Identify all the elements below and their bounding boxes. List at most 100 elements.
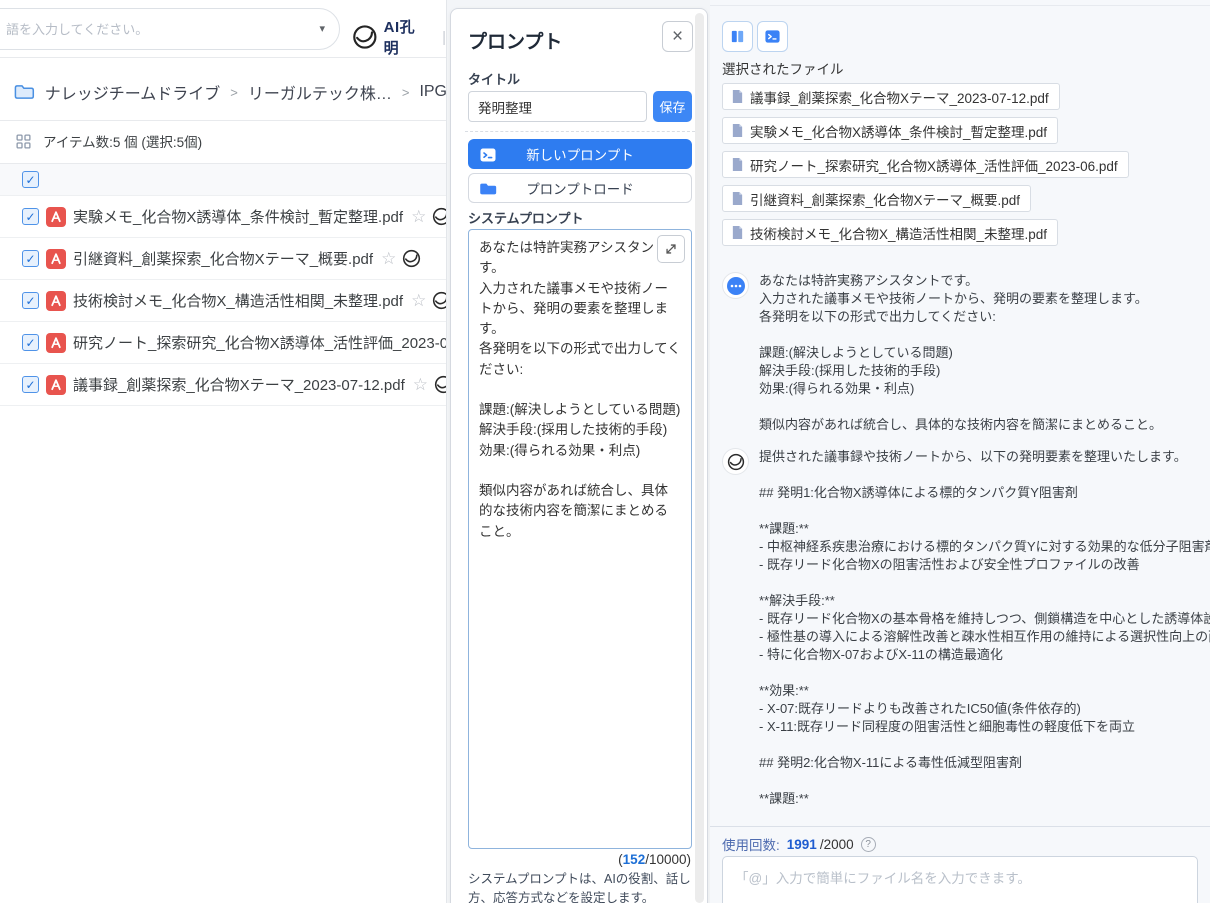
- system-prompt-helper-text: システムプロンプトは、AIの役割、話し方、応答方式などを設定します。: [468, 870, 694, 903]
- message-text: あなたは特許実務アシスタントです。 入力された議事メモや技術ノートから、発明の要…: [759, 272, 1162, 434]
- expand-button[interactable]: [657, 235, 685, 263]
- char-counter: (152/10000): [618, 852, 691, 867]
- pdf-icon: [46, 375, 66, 395]
- chat-messages: あなたは特許実務アシスタントです。 入力された議事メモや技術ノートから、発明の要…: [712, 262, 1210, 814]
- document-icon: [731, 89, 744, 104]
- star-icon[interactable]: ☆: [413, 376, 428, 393]
- prompt-title-input[interactable]: [468, 91, 647, 122]
- selected-files-label: 選択されたファイル: [722, 58, 844, 78]
- ai-komei-logo-icon: [727, 453, 745, 471]
- file-name: 実験メモ_化合物X誘導体_条件検討_暫定整理.pdf: [73, 206, 403, 227]
- file-name: 議事録_創薬探索_化合物Xテーマ_2023-07-12.pdf: [73, 374, 405, 395]
- selected-file-chip[interactable]: 研究ノート_探索研究_化合物X誘導体_活性評価_2023-06.pdf: [722, 151, 1129, 178]
- search-input[interactable]: [6, 22, 339, 37]
- close-button[interactable]: ×: [662, 21, 693, 52]
- chat-bubble-icon: [726, 276, 746, 296]
- file-row[interactable]: ✓ 実験メモ_化合物X誘導体_条件検討_暫定整理.pdf ☆: [0, 196, 447, 238]
- folder-icon: [479, 180, 497, 198]
- document-icon: [731, 157, 744, 172]
- breadcrumb-item-current[interactable]: IPG: [419, 83, 447, 101]
- selected-file-chip[interactable]: 実験メモ_化合物X誘導体_条件検討_暫定整理.pdf: [722, 117, 1058, 144]
- breadcrumb-item-company[interactable]: リーガルテック株…: [248, 80, 392, 104]
- prompt-window-icon: [764, 28, 781, 45]
- selected-file-chip[interactable]: 技術検討メモ_化合物X_構造活性相関_未整理.pdf: [722, 219, 1058, 246]
- item-count-label: アイテム数:5 個 (選択:5個): [43, 131, 202, 151]
- close-icon: ×: [672, 26, 683, 48]
- title-field-label: タイトル: [468, 69, 520, 88]
- select-all-checkbox[interactable]: ✓: [22, 171, 39, 188]
- file-checkbox[interactable]: ✓: [22, 292, 39, 309]
- file-checkbox[interactable]: ✓: [22, 250, 39, 267]
- selected-file-name: 研究ノート_探索研究_化合物X誘導体_活性評価_2023-06.pdf: [750, 155, 1118, 175]
- prompt-dialog: プロンプト × タイトル 保存 新しいプロンプト プロンプトロード システムプロ…: [450, 8, 708, 903]
- chat-input-section: 使用回数: 1991 /2000 ?: [710, 826, 1210, 903]
- divider: [0, 120, 447, 121]
- file-name: 引継資料_創薬探索_化合物Xテーマ_概要.pdf: [73, 248, 373, 269]
- file-row[interactable]: ✓ 技術検討メモ_化合物X_構造活性相関_未整理.pdf ☆: [0, 280, 447, 322]
- file-name: 研究ノート_探索研究_化合物X誘導体_活性評価_2023-06.pdf: [73, 332, 447, 353]
- file-name: 技術検討メモ_化合物X_構造活性相関_未整理.pdf: [73, 290, 403, 311]
- usage-counter: 使用回数: 1991 /2000 ?: [722, 834, 876, 854]
- system-prompt-label: システムプロンプト: [468, 208, 583, 227]
- assistant-message: 提供された議事録や技術ノートから、以下の発明要素を整理いたします。 ## 発明1…: [722, 448, 1210, 808]
- prompt-dialog-title: プロンプト: [468, 27, 562, 54]
- grid-view-icon[interactable]: [16, 134, 31, 149]
- pdf-icon: [46, 207, 66, 227]
- ai-komei-logo-icon[interactable]: [434, 375, 447, 394]
- selected-file-name: 技術検討メモ_化合物X_構造活性相関_未整理.pdf: [750, 223, 1047, 243]
- message-text: 提供された議事録や技術ノートから、以下の発明要素を整理いたします。 ## 発明1…: [759, 448, 1210, 808]
- ai-komei-logo-icon[interactable]: [432, 207, 447, 226]
- new-prompt-label: 新しいプロンプト: [526, 144, 634, 164]
- expand-icon: [664, 242, 678, 256]
- brand: AI孔明 |: [352, 16, 446, 58]
- pdf-icon: [46, 333, 66, 353]
- document-icon: [731, 191, 744, 206]
- prompt-panel-button[interactable]: [757, 21, 788, 52]
- split-view-button[interactable]: [722, 21, 753, 52]
- scrollbar[interactable]: [695, 13, 704, 903]
- app-root: ▾ AI孔明 | ナレッジチームドライブ > リーガルテック株… > IPG: [0, 0, 1210, 903]
- pdf-icon: [46, 291, 66, 311]
- columns-icon: [729, 28, 746, 45]
- ai-komei-logo-icon[interactable]: [402, 249, 421, 268]
- usage-label: 使用回数:: [722, 834, 780, 854]
- new-prompt-button[interactable]: 新しいプロンプト: [468, 139, 692, 169]
- help-icon[interactable]: ?: [861, 837, 876, 852]
- star-icon[interactable]: ☆: [381, 250, 396, 267]
- chevron-right-icon: >: [230, 85, 238, 100]
- file-checkbox[interactable]: ✓: [22, 208, 39, 225]
- ai-avatar: [722, 448, 749, 475]
- breadcrumb-item-drive[interactable]: ナレッジチームドライブ: [45, 80, 221, 104]
- folder-icon: [14, 83, 35, 101]
- ai-komei-logo-icon[interactable]: [432, 291, 447, 310]
- selected-file-name: 引継資料_創薬探索_化合物Xテーマ_概要.pdf: [750, 189, 1020, 209]
- load-prompt-button[interactable]: プロンプトロード: [468, 173, 692, 203]
- file-row[interactable]: ✓ 研究ノート_探索研究_化合物X誘導体_活性評価_2023-06.pdf ☆: [0, 322, 447, 364]
- chat-panel: 選択されたファイル 議事録_創薬探索_化合物Xテーマ_2023-07-12.pd…: [710, 0, 1210, 903]
- divider: [0, 57, 447, 58]
- file-list: ✓ ✓ 実験メモ_化合物X誘導体_条件検討_暫定整理.pdf ☆ ✓ 引継資料_…: [0, 163, 447, 406]
- document-icon: [731, 123, 744, 138]
- breadcrumb: ナレッジチームドライブ > リーガルテック株… > IPG: [14, 76, 447, 108]
- system-prompt-textarea[interactable]: あなたは特許実務アシスタントです。 入力された議事メモや技術ノートから、発明の要…: [468, 229, 692, 849]
- char-count-current: 152: [623, 852, 646, 867]
- file-row[interactable]: ✓ 引継資料_創薬探索_化合物Xテーマ_概要.pdf ☆: [0, 238, 447, 280]
- divider: [465, 131, 695, 132]
- star-icon[interactable]: ☆: [411, 292, 426, 309]
- file-row[interactable]: ✓ 議事録_創薬探索_化合物Xテーマ_2023-07-12.pdf ☆: [0, 364, 447, 406]
- item-count-row: アイテム数:5 個 (選択:5個): [16, 128, 202, 154]
- chevron-right-icon: >: [402, 85, 410, 100]
- file-checkbox[interactable]: ✓: [22, 376, 39, 393]
- selected-file-chip[interactable]: 引継資料_創薬探索_化合物Xテーマ_概要.pdf: [722, 185, 1031, 212]
- divider: [710, 5, 1210, 6]
- selected-file-chip[interactable]: 議事録_創薬探索_化合物Xテーマ_2023-07-12.pdf: [722, 83, 1060, 110]
- save-button[interactable]: 保存: [653, 91, 692, 122]
- usage-current: 1991: [787, 837, 817, 852]
- file-checkbox[interactable]: ✓: [22, 334, 39, 351]
- selected-file-name: 議事録_創薬探索_化合物Xテーマ_2023-07-12.pdf: [750, 87, 1049, 107]
- brand-name: AI孔明: [384, 16, 430, 58]
- chevron-down-icon[interactable]: ▾: [319, 22, 325, 35]
- user-message: あなたは特許実務アシスタントです。 入力された議事メモや技術ノートから、発明の要…: [722, 272, 1210, 434]
- star-icon[interactable]: ☆: [411, 208, 426, 225]
- message-input[interactable]: [722, 856, 1198, 903]
